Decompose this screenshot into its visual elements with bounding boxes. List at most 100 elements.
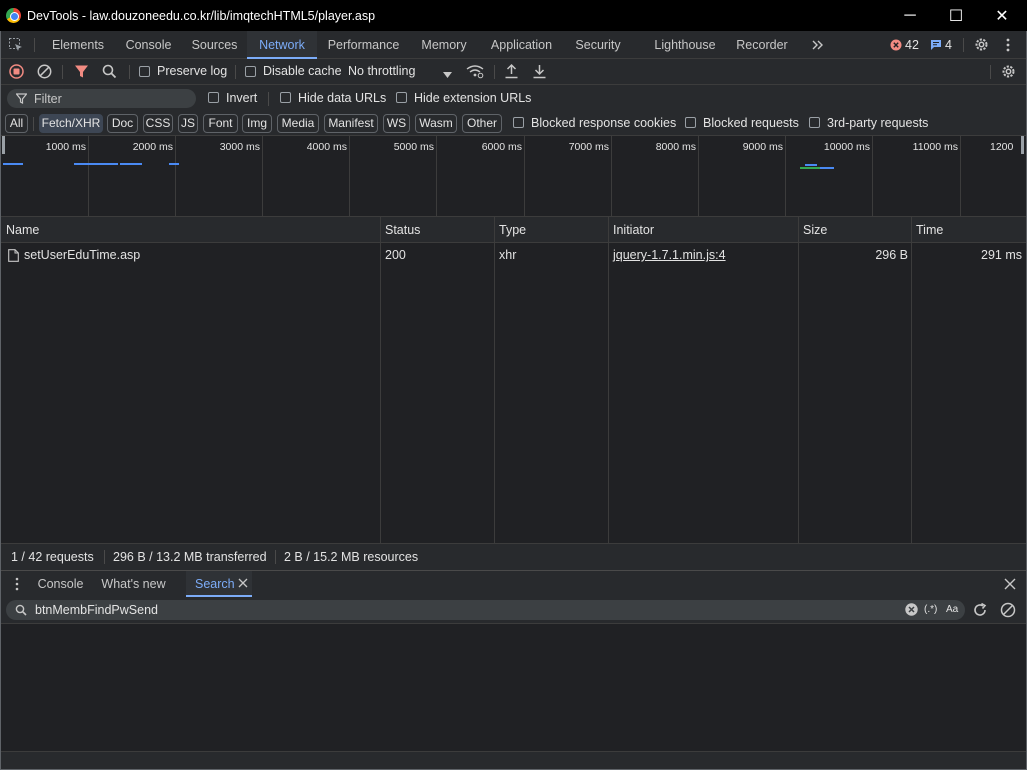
disable-cache-checkbox[interactable] <box>245 66 256 77</box>
window-title: DevTools - law.douzoneedu.co.kr/lib/imqt… <box>27 9 376 23</box>
drawer-tab-search-label: Search <box>195 577 235 591</box>
column-header-type[interactable]: Type <box>494 217 526 243</box>
message-badge-icon[interactable] <box>930 39 942 54</box>
clear-log-icon[interactable] <box>37 64 52 82</box>
type-filter-all[interactable]: All <box>5 114 28 133</box>
close-search-tab-icon[interactable] <box>238 571 248 597</box>
third-party-requests-checkbox[interactable] <box>809 117 820 128</box>
throttling-dropdown-arrow-icon[interactable] <box>443 68 452 82</box>
tab-console[interactable]: Console <box>115 31 182 59</box>
filter-funnel-small-icon <box>15 93 28 107</box>
kebab-menu-icon[interactable] <box>1005 38 1011 55</box>
overview-window-handle[interactable] <box>2 136 5 154</box>
search-status-footer <box>0 751 1027 770</box>
type-filter-other[interactable]: Other <box>462 114 502 133</box>
row-initiator-link[interactable]: jquery-1.7.1.min.js:4 <box>613 248 726 262</box>
stop-recording-icon[interactable] <box>9 64 24 82</box>
invert-checkbox[interactable] <box>208 92 219 103</box>
tab-elements[interactable]: Elements <box>41 31 115 59</box>
error-badge-icon[interactable] <box>890 39 902 54</box>
tab-memory[interactable]: Memory <box>410 31 478 59</box>
filter-funnel-icon[interactable] <box>74 64 89 82</box>
drawer-tab-console[interactable]: Console <box>29 571 92 597</box>
inspect-element-icon[interactable] <box>8 37 24 56</box>
search-input[interactable]: btnMembFindPwSend (.*) Aa <box>6 600 965 620</box>
column-header-status[interactable]: Status <box>380 217 420 243</box>
tab-performance[interactable]: Performance <box>317 31 410 59</box>
hide-extension-urls-label: Hide extension URLs <box>414 91 532 105</box>
type-filter-wasm[interactable]: Wasm <box>415 114 457 133</box>
tab-sources[interactable]: Sources <box>182 31 247 59</box>
network-settings-gear-icon[interactable] <box>1000 63 1017 83</box>
devtools-panel-tabs: Elements Console Sources Network Perform… <box>0 31 1027 59</box>
type-filter-media[interactable]: Media <box>277 114 319 133</box>
type-filter-js[interactable]: JS <box>178 114 198 133</box>
match-case-toggle-button[interactable]: Aa <box>946 604 958 615</box>
filter-input[interactable]: Filter <box>7 89 196 108</box>
type-filter-font[interactable]: Font <box>203 114 238 133</box>
overview-tick: 1000 ms <box>45 141 86 153</box>
tab-application[interactable]: Application <box>478 31 565 59</box>
row-type: xhr <box>499 248 517 262</box>
type-filter-img[interactable]: Img <box>242 114 272 133</box>
overview-request-bar <box>3 163 23 165</box>
hide-data-urls-label: Hide data URLs <box>298 91 387 105</box>
blocked-requests-checkbox[interactable] <box>685 117 696 128</box>
message-count: 4 <box>945 38 952 52</box>
drawer-tab-whats-new[interactable]: What's new <box>92 571 175 597</box>
throttling-select[interactable]: No throttling <box>348 64 415 78</box>
maximize-button[interactable]: ☐ <box>933 0 979 31</box>
search-results-panel <box>0 624 1027 751</box>
drawer-tab-search[interactable]: Search <box>186 571 252 597</box>
row-status: 200 <box>385 248 406 262</box>
request-count: 1 / 42 requests <box>11 550 94 564</box>
settings-gear-icon[interactable] <box>973 36 990 56</box>
clear-search-icon[interactable] <box>905 603 918 619</box>
type-filter-css[interactable]: CSS <box>143 114 173 133</box>
tab-recorder[interactable]: Recorder <box>728 31 796 59</box>
overview-request-bar <box>169 163 179 165</box>
row-name[interactable]: setUserEduTime.asp <box>24 248 140 262</box>
type-filter-fetch-xhr[interactable]: Fetch/XHR <box>39 114 103 133</box>
preserve-log-checkbox[interactable] <box>139 66 150 77</box>
type-filter-doc[interactable]: Doc <box>107 114 138 133</box>
column-header-name[interactable]: Name <box>1 217 39 243</box>
close-window-button[interactable]: ✕ <box>979 0 1025 31</box>
search-icon[interactable] <box>102 64 117 82</box>
hide-data-urls-checkbox[interactable] <box>280 92 291 103</box>
transferred-size: 296 B / 13.2 MB transferred <box>113 550 267 564</box>
invert-label: Invert <box>226 91 258 105</box>
minimize-button[interactable]: ─ <box>887 0 933 31</box>
overview-tick: 5000 ms <box>393 141 434 153</box>
export-har-download-icon[interactable] <box>532 63 547 82</box>
overview-request-bar <box>90 163 118 165</box>
error-count: 42 <box>905 38 919 52</box>
network-conditions-wifi-icon[interactable] <box>466 64 484 82</box>
refresh-search-icon[interactable] <box>972 602 988 621</box>
overview-tick: 11000 ms <box>912 141 958 153</box>
network-overview-timeline[interactable]: 1000 ms 2000 ms 3000 ms 4000 ms 5000 ms … <box>0 136 1027 217</box>
overview-request-bar <box>120 163 142 165</box>
overview-tick: 6000 ms <box>481 141 522 153</box>
resource-type-filters: All Fetch/XHR Doc CSS JS Font Img Media … <box>0 111 1027 136</box>
chrome-logo-icon <box>6 8 21 23</box>
column-header-size[interactable]: Size <box>798 217 827 243</box>
type-filter-ws[interactable]: WS <box>383 114 410 133</box>
tab-network[interactable]: Network <box>247 31 317 59</box>
tab-security[interactable]: Security <box>565 31 631 59</box>
type-filter-manifest[interactable]: Manifest <box>324 114 378 133</box>
blocked-response-cookies-checkbox[interactable] <box>513 117 524 128</box>
close-drawer-icon[interactable] <box>1004 578 1016 593</box>
clear-search-results-icon[interactable] <box>1000 602 1016 621</box>
overview-window-handle[interactable] <box>1021 136 1024 154</box>
overview-tick: 10000 ms <box>823 141 870 153</box>
hide-extension-urls-checkbox[interactable] <box>396 92 407 103</box>
regex-toggle-button[interactable]: (.*) <box>924 604 937 615</box>
more-tabs-chevron-icon[interactable] <box>811 38 825 55</box>
tab-lighthouse[interactable]: Lighthouse <box>645 31 725 59</box>
import-har-upload-icon[interactable] <box>504 63 519 82</box>
column-header-initiator[interactable]: Initiator <box>608 217 654 243</box>
drawer-menu-icon[interactable] <box>14 577 20 594</box>
network-status-bar: 1 / 42 requests 296 B / 13.2 MB transfer… <box>0 543 1027 570</box>
column-header-time[interactable]: Time <box>911 217 943 243</box>
